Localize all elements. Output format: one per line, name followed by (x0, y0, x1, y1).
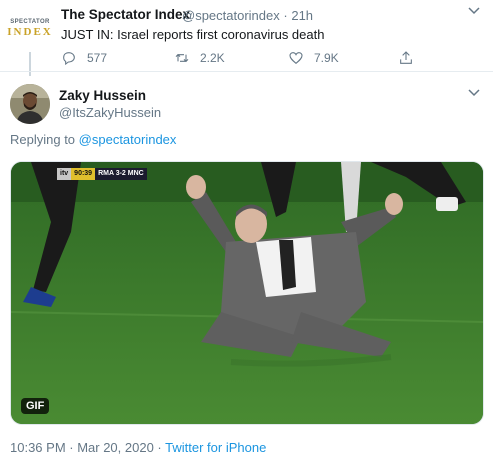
score-channel: itv (57, 168, 72, 180)
share-icon (400, 51, 412, 64)
avatar[interactable] (10, 84, 50, 124)
replying-to: Replying to @spectatorindex (10, 132, 176, 147)
share-button[interactable] (398, 50, 424, 66)
gif-media[interactable]: itv 90:39 RMA 3-2 MNC GIF (10, 161, 484, 425)
spectator-index-avatar[interactable]: SPECTATOR INDEX (7, 6, 53, 50)
divider (0, 71, 493, 72)
logo-text-bottom: INDEX (7, 25, 53, 38)
like-icon (289, 52, 303, 65)
reply-button[interactable]: 577 (61, 50, 107, 66)
score-time: 90:39 (71, 168, 96, 180)
meta-separator: · (283, 8, 288, 23)
parent-time[interactable]: 21h (291, 8, 313, 23)
retweet-icon (175, 53, 189, 63)
like-button[interactable]: 7.9K (288, 50, 339, 66)
parent-author-name[interactable]: The Spectator Index (61, 7, 190, 22)
author-name[interactable]: Zaky Hussein (59, 88, 146, 103)
parent-meta: @spectatorindex · 21h (182, 8, 313, 23)
thread-connector (29, 52, 31, 76)
retweet-button[interactable]: 2.2K (174, 50, 225, 66)
replying-prefix: Replying to (10, 132, 79, 147)
score-overlay: itv 90:39 RMA 3-2 MNC (57, 168, 147, 180)
parent-tweet-text: JUST IN: Israel reports first coronaviru… (61, 27, 325, 42)
parent-author-handle[interactable]: @spectatorindex (182, 8, 280, 23)
chevron-down-icon[interactable] (466, 4, 482, 18)
gif-frame (11, 162, 483, 424)
reply-count: 577 (87, 51, 108, 65)
author-handle[interactable]: @ItsZakyHussein (59, 105, 161, 120)
score-text: RMA 3-2 MNC (95, 168, 147, 180)
reply-icon (63, 52, 75, 66)
like-count: 7.9K (314, 51, 339, 65)
gif-badge: GIF (21, 398, 50, 414)
logo-text-top: SPECTATOR (10, 18, 50, 25)
retweet-count: 2.2K (200, 51, 225, 65)
replying-to-link[interactable]: @spectatorindex (79, 132, 177, 147)
chevron-down-icon[interactable] (466, 86, 482, 100)
